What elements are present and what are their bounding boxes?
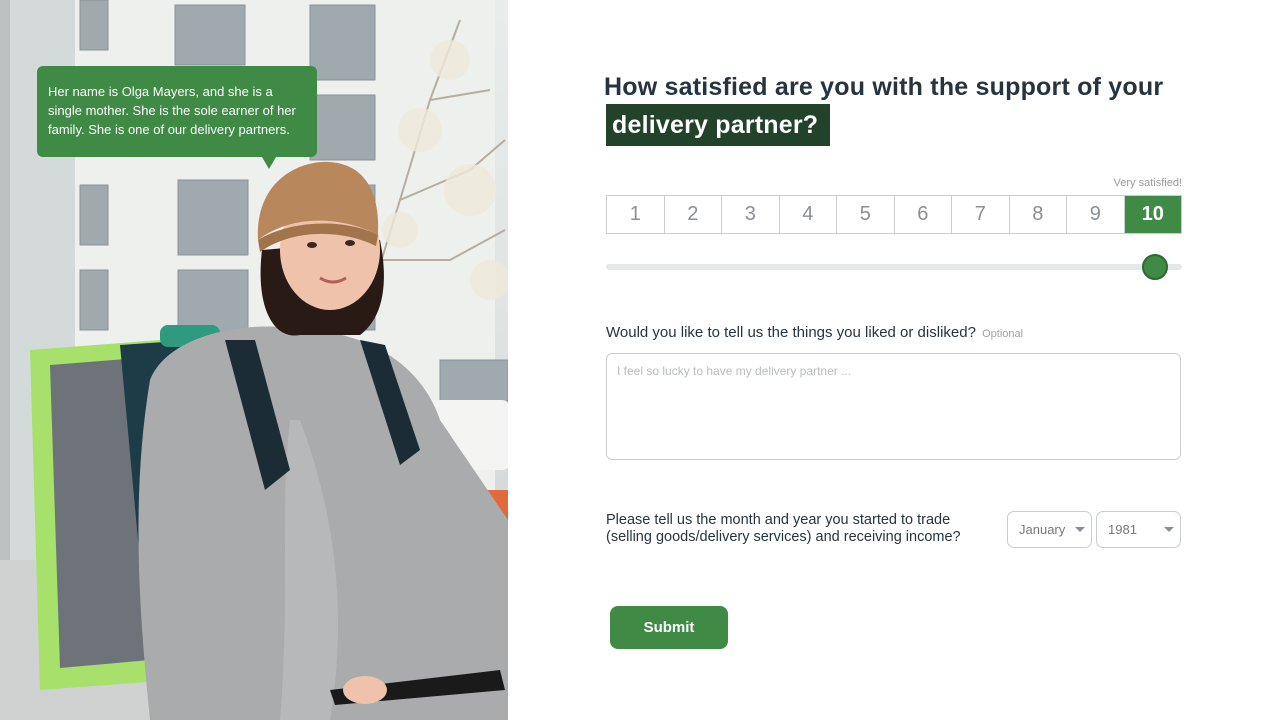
rating-option-1[interactable]: 1 [607, 196, 665, 233]
rating-slider-track[interactable] [606, 264, 1182, 270]
rating-option-10[interactable]: 10 [1124, 196, 1181, 233]
feedback-question: Would you like to tell us the things you… [606, 324, 976, 341]
feedback-textarea[interactable] [606, 353, 1181, 460]
question-title-line1: How satisfied are you with the support o… [604, 73, 1164, 101]
rating-slider-thumb[interactable] [1142, 254, 1168, 280]
trade-start-label-line1: Please tell us the month and year you st… [606, 512, 951, 528]
rating-option-9[interactable]: 9 [1067, 196, 1125, 233]
caption-text: Her name is Olga Mayers, and she is a si… [48, 84, 296, 137]
rating-option-6[interactable]: 6 [895, 196, 952, 233]
caption-bubble: Her name is Olga Mayers, and she is a si… [37, 66, 317, 169]
rating-option-7[interactable]: 7 [952, 196, 1010, 233]
rating-option-3[interactable]: 3 [722, 196, 780, 233]
hero-photo: Her name is Olga Mayers, and she is a si… [0, 0, 508, 720]
rating-scale: 1 2 3 4 5 6 7 8 9 10 [606, 195, 1182, 234]
submit-button[interactable]: Submit [610, 606, 728, 649]
rating-scale-caption: Very satisfied! [1113, 177, 1182, 189]
optional-tag: Optional [982, 328, 1024, 340]
feedback-label: Would you like to tell us the things you… [606, 324, 1023, 341]
rating-option-8[interactable]: 8 [1010, 196, 1067, 233]
rating-option-2[interactable]: 2 [665, 196, 722, 233]
year-select-value: 1981 [1108, 522, 1137, 537]
question-title: How satisfied are you with the support o… [604, 70, 1204, 146]
chevron-down-icon [1075, 527, 1085, 532]
month-select-value: January [1019, 522, 1066, 537]
rating-option-5[interactable]: 5 [837, 196, 895, 233]
trade-start-label: Please tell us the month and year you st… [606, 512, 986, 546]
question-title-highlight: delivery partner? [606, 104, 831, 146]
chevron-down-icon [1164, 527, 1174, 532]
month-select[interactable]: January [1007, 511, 1092, 548]
trade-start-label-line2: (selling goods/delivery services) and re… [606, 529, 961, 545]
rating-option-4[interactable]: 4 [780, 196, 837, 233]
year-select[interactable]: 1981 [1096, 511, 1181, 548]
